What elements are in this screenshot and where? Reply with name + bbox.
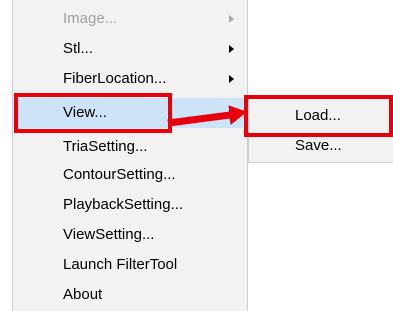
- menu-item-contoursetting[interactable]: ContourSetting...: [13, 160, 247, 190]
- menu-item-label: About: [63, 286, 103, 303]
- submenu-arrow-icon: [229, 109, 234, 117]
- menu-item-label: Launch FilterTool: [63, 256, 178, 273]
- menu-item-fiberlocation[interactable]: FiberLocation...: [13, 64, 247, 94]
- submenu-item-save[interactable]: Save...: [249, 131, 393, 161]
- submenu-arrow-icon: [229, 75, 234, 83]
- submenu-item-label: Load...: [295, 107, 341, 124]
- menu-item-launch-filtertool[interactable]: Launch FilterTool: [13, 250, 247, 280]
- context-menu: Image... Stl... FiberLocation... View...…: [12, 0, 248, 311]
- menu-item-about[interactable]: About: [13, 280, 247, 310]
- menu-item-label: Stl...: [63, 40, 94, 57]
- view-submenu: Load... Save...: [248, 97, 393, 163]
- menu-item-image[interactable]: Image...: [13, 4, 247, 34]
- menu-item-label: PlaybackSetting...: [63, 196, 184, 213]
- menu-item-viewsetting[interactable]: ViewSetting...: [13, 220, 247, 250]
- menu-item-label: View...: [63, 104, 107, 121]
- menu-item-label: ContourSetting...: [63, 166, 176, 183]
- submenu-arrow-icon: [229, 15, 234, 23]
- menu-item-playbacksetting[interactable]: PlaybackSetting...: [13, 190, 247, 220]
- menu-item-label: ViewSetting...: [63, 226, 155, 243]
- submenu-arrow-icon: [229, 45, 234, 53]
- submenu-item-load[interactable]: Load...: [249, 101, 393, 131]
- menu-item-view[interactable]: View...: [13, 98, 247, 128]
- menu-item-stl[interactable]: Stl...: [13, 34, 247, 64]
- submenu-item-label: Save...: [295, 137, 342, 154]
- menu-item-label: TriaSetting...: [63, 138, 148, 155]
- menu-item-label: FiberLocation...: [63, 70, 167, 87]
- menu-item-triasetting[interactable]: TriaSetting...: [13, 132, 247, 162]
- menu-item-label: Image...: [63, 10, 118, 27]
